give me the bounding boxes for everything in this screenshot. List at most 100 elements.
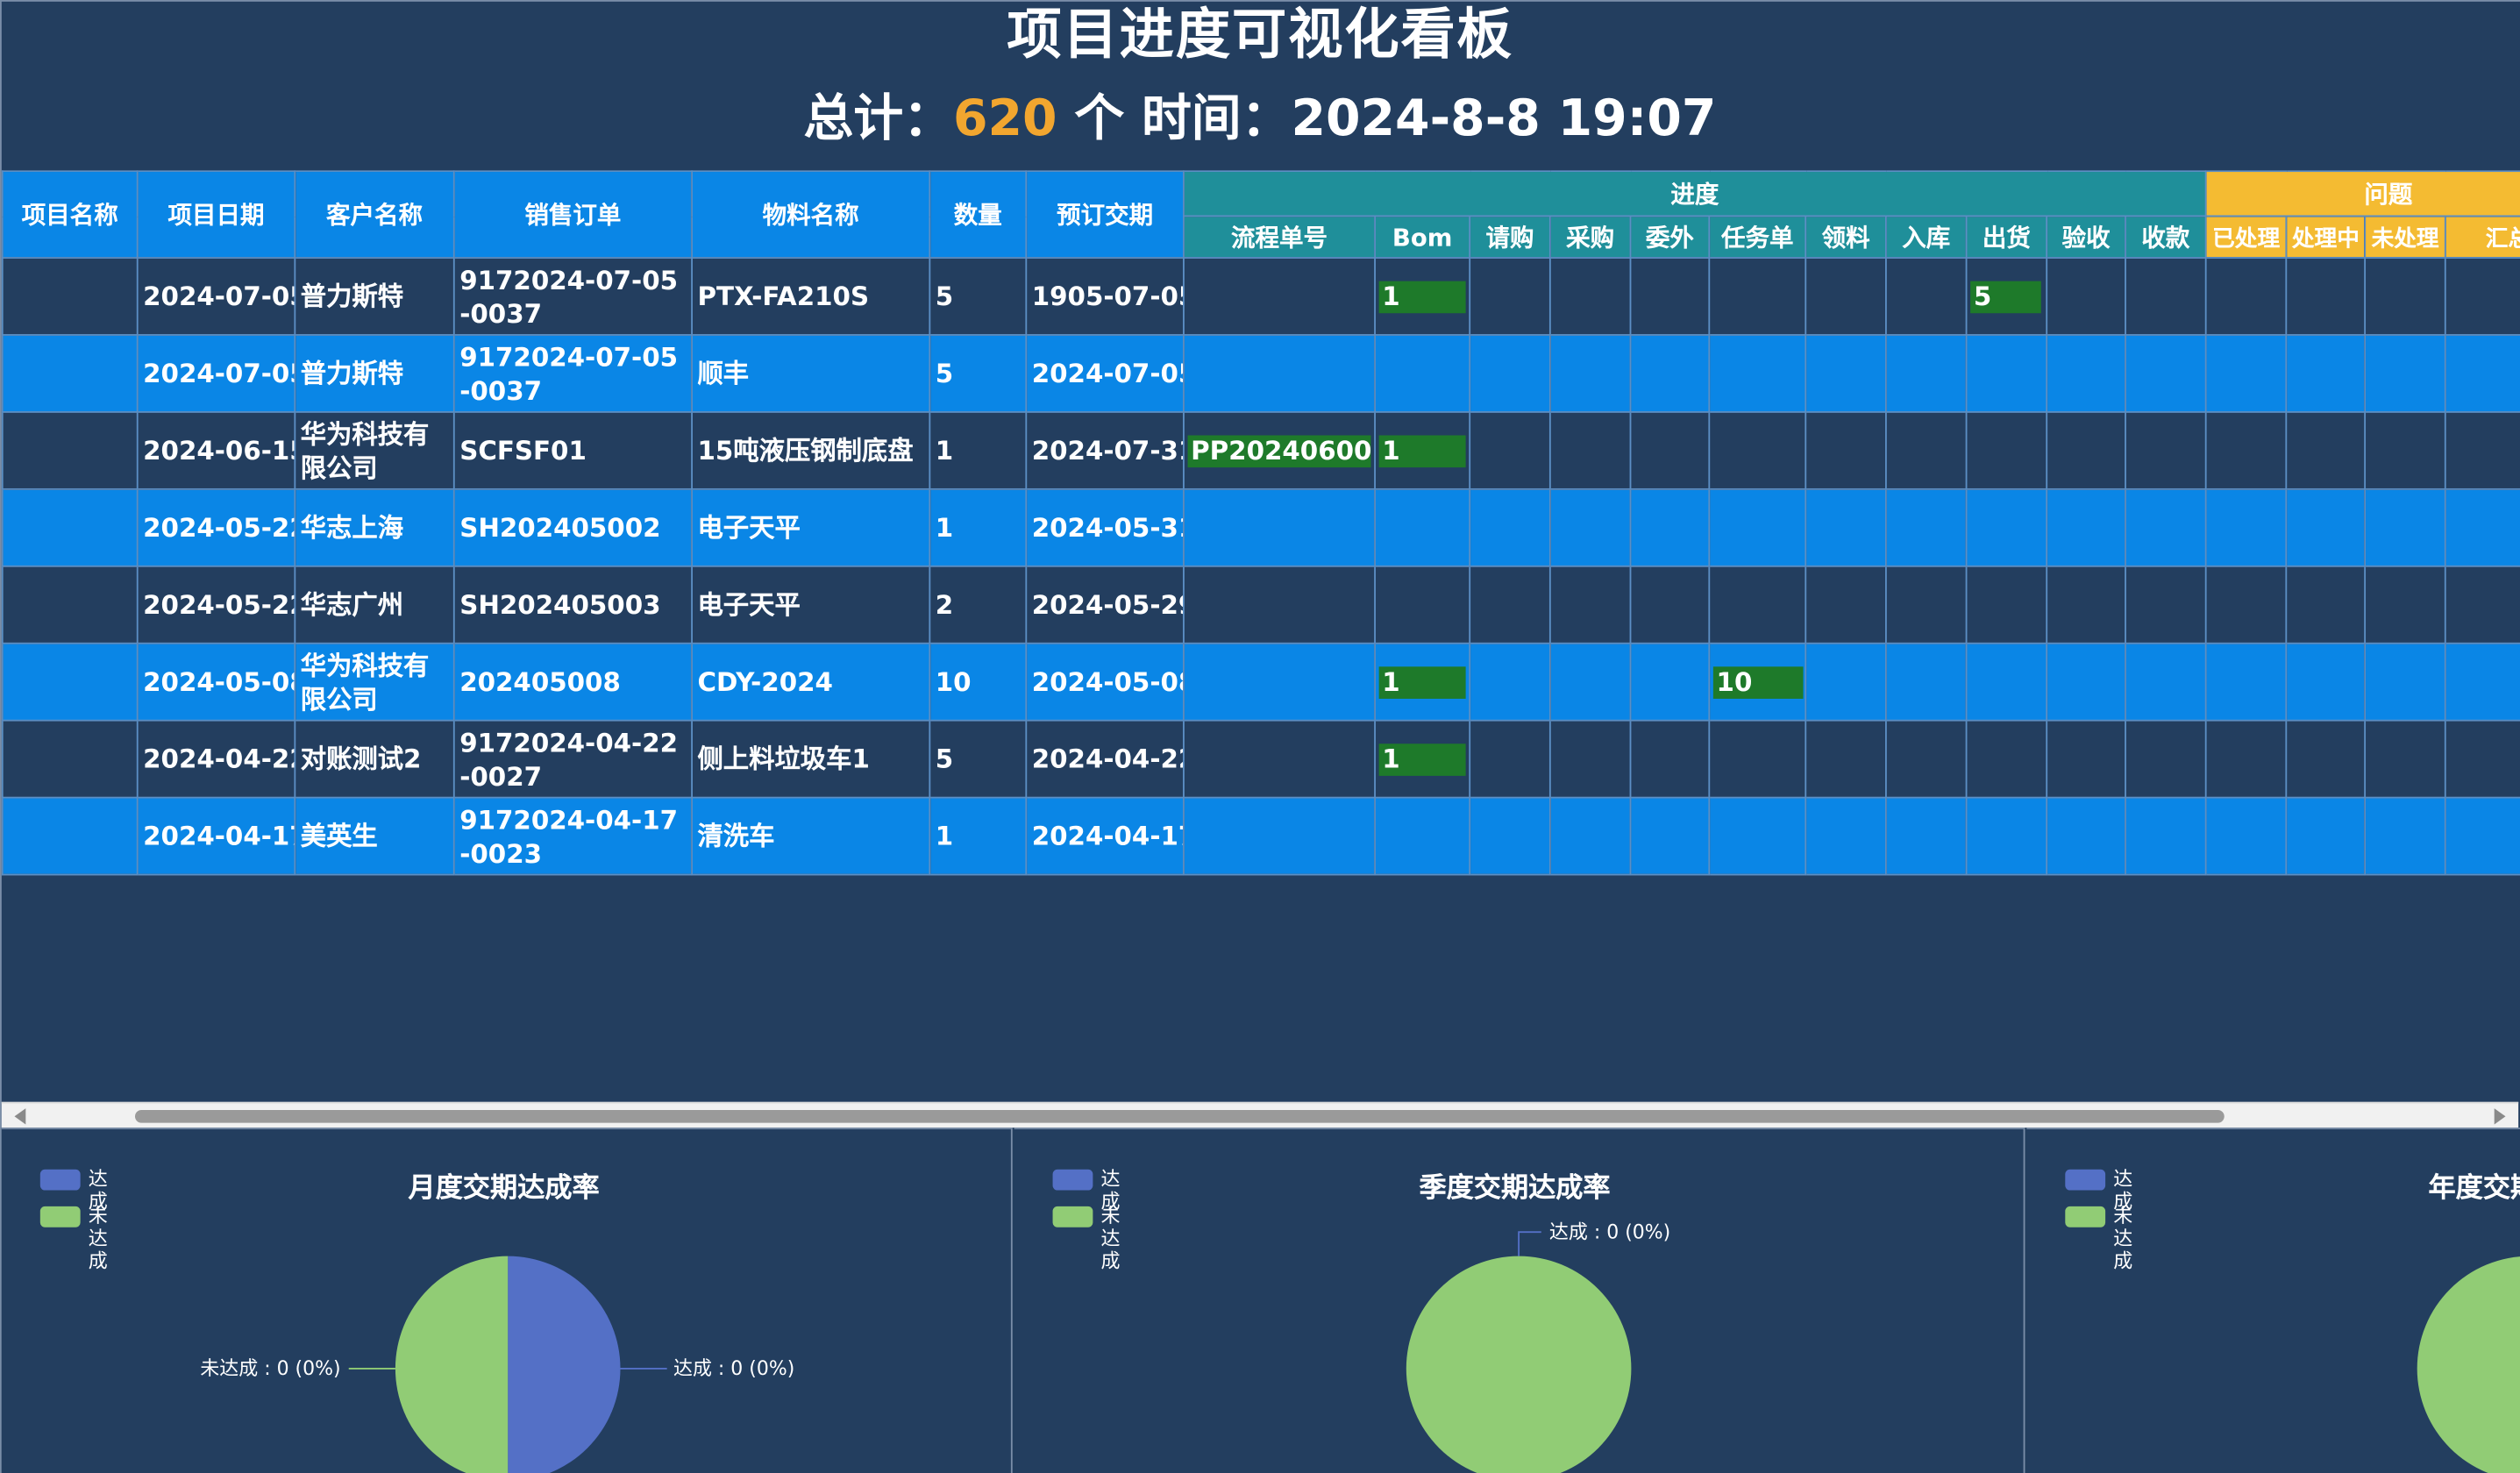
cell-payment xyxy=(2125,411,2207,490)
cell-acceptance xyxy=(2046,719,2126,799)
cell-unprocessed xyxy=(2364,796,2446,876)
cell-processing xyxy=(2285,334,2367,413)
summary-suffix: 个 时间：2024-8-8 19:07 xyxy=(1057,89,1717,148)
col-header-processed[interactable]: 已处理 xyxy=(2204,215,2288,259)
cell-acceptance xyxy=(2046,642,2126,722)
table-row[interactable]: 2024-05-22 华志广州 SH202405003 电子天平 2 2024-05-29 xyxy=(1,565,2520,644)
cell-payment xyxy=(2125,719,2207,799)
label-achieved: 达成 : 0 (0%) xyxy=(1549,1222,1670,1244)
table-row[interactable]: 2024-04-22 对账测试2 9172024-04-22-0027 侧上料垃圾车1… xyxy=(1,719,2520,799)
cell-sales-order: 9172024-07-05-0037 xyxy=(452,334,693,413)
cell-task-order xyxy=(1708,487,1807,567)
page-title: 项目进度可视化看板 xyxy=(1007,3,1513,68)
cell-quantity: 1 xyxy=(929,487,1028,567)
cell-warehousing xyxy=(1885,642,1968,722)
table-row[interactable]: 2024-07-05 普力斯特 9172024-07-05-0037 PTX-FA21… xyxy=(1,257,2520,336)
cell-processed xyxy=(2204,719,2288,799)
col-header-purchase[interactable]: 采购 xyxy=(1548,215,1632,259)
col-header-payment[interactable]: 收款 xyxy=(2125,215,2207,259)
horizontal-scrollbar[interactable] xyxy=(1,1101,2519,1128)
cell-bom: 1 xyxy=(1374,642,1471,722)
cell-quantity: 1 xyxy=(929,411,1028,490)
cell-material-pick xyxy=(1805,565,1887,644)
col-header-customer[interactable]: 客户名称 xyxy=(294,170,455,259)
table-row[interactable]: 2024-04-17 美英生 9172024-04-17-0023 清洗车 1 2024-… xyxy=(1,796,2520,876)
cell-total xyxy=(2444,642,2520,722)
pie-slice-not-achieved[interactable] xyxy=(2417,1256,2520,1473)
quarterly-pie-chart: 达成 : 0 (0%) xyxy=(1406,1222,1670,1473)
cell-outsource xyxy=(1629,642,1711,722)
col-header-requisition[interactable]: 请购 xyxy=(1469,215,1551,259)
cell-task-order: 10 xyxy=(1708,642,1807,722)
table-row[interactable]: 2024-07-05 普力斯特 9172024-07-05-0037 顺丰 5 2024-… xyxy=(1,334,2520,413)
dashboard: 项目进度可视化看板 总计：620 个 时间：2024-8-8 19:07 项目名… xyxy=(0,0,2520,1473)
cell-material: CDY-2024 xyxy=(691,642,931,722)
cell-quantity: 5 xyxy=(929,334,1028,413)
cell-material: 顺丰 xyxy=(691,334,931,413)
col-header-shipment[interactable]: 出货 xyxy=(1965,215,2048,259)
col-header-acceptance[interactable]: 验收 xyxy=(2046,215,2126,259)
cell-acceptance xyxy=(2046,796,2126,876)
col-header-flow-no[interactable]: 流程单号 xyxy=(1183,215,1376,259)
cell-processing xyxy=(2285,719,2367,799)
col-header-outsource[interactable]: 委外 xyxy=(1629,215,1711,259)
cell-requisition xyxy=(1469,565,1551,644)
col-header-task-order[interactable]: 任务单 xyxy=(1708,215,1807,259)
cell-material: 电子天平 xyxy=(691,487,931,567)
col-header-material[interactable]: 物料名称 xyxy=(691,170,931,259)
cell-acceptance xyxy=(2046,565,2126,644)
pie-slice-achieved[interactable] xyxy=(508,1256,621,1473)
cell-material: 侧上料垃圾车1 xyxy=(691,719,931,799)
progress-bar: 1 xyxy=(1378,665,1466,699)
cell-project-date: 2024-05-22 xyxy=(136,565,296,644)
cell-unprocessed xyxy=(2364,719,2446,799)
col-header-processing[interactable]: 处理中 xyxy=(2285,215,2367,259)
cell-customer: 华为科技有限公司 xyxy=(294,642,455,722)
col-header-material-pick[interactable]: 领料 xyxy=(1805,215,1887,259)
progress-bar: 1 xyxy=(1378,434,1466,467)
cell-material-pick xyxy=(1805,719,1887,799)
table-row[interactable]: 2024-06-15 华为科技有限公司 SCFSF01 15吨液压钢制底盘 1 2024-… xyxy=(1,411,2520,490)
cell-processed xyxy=(2204,257,2288,336)
scroll-left-arrow-icon[interactable] xyxy=(14,1108,26,1125)
cell-quantity: 2 xyxy=(929,565,1028,644)
col-header-total[interactable]: 汇总 xyxy=(2444,215,2520,259)
progress-bar: PP202406001 xyxy=(1187,434,1373,467)
cell-project-name xyxy=(1,796,139,876)
col-header-sales-order[interactable]: 销售订单 xyxy=(452,170,693,259)
pie-slice-not-achieved[interactable] xyxy=(1406,1256,1632,1473)
label-not-achieved: 未达成 : 0 (0%) xyxy=(200,1358,340,1380)
cell-sales-order: SH202405002 xyxy=(452,487,693,567)
cell-project-name xyxy=(1,565,139,644)
col-header-bom[interactable]: Bom xyxy=(1374,215,1471,259)
project-table-viewport[interactable]: 项目名称 项目日期 客户名称 销售订单 物料名称 数量 预订交期 进度 问题 流… xyxy=(1,170,2520,1102)
cell-warehousing xyxy=(1885,257,1968,336)
cell-bom: 1 xyxy=(1374,411,1471,490)
cell-quantity: 10 xyxy=(929,642,1028,722)
cell-flow-no xyxy=(1183,334,1376,413)
cell-processing xyxy=(2285,796,2367,876)
col-header-project-date[interactable]: 项目日期 xyxy=(136,170,296,259)
cell-sales-order: 202405008 xyxy=(452,642,693,722)
col-header-due-date[interactable]: 预订交期 xyxy=(1025,170,1185,259)
cell-sales-order: 9172024-04-17-0023 xyxy=(452,796,693,876)
cell-sales-order: SCFSF01 xyxy=(452,411,693,490)
col-header-project-name[interactable]: 项目名称 xyxy=(1,170,139,259)
cell-due-date: 2024-04-17 xyxy=(1025,796,1185,876)
scroll-right-arrow-icon[interactable] xyxy=(2494,1108,2506,1125)
col-header-unprocessed[interactable]: 未处理 xyxy=(2364,215,2446,259)
table-row[interactable]: 2024-05-22 华志上海 SH202405002 电子天平 1 2024-05-31 xyxy=(1,487,2520,567)
cell-bom xyxy=(1374,487,1471,567)
table-row[interactable]: 2024-05-08 华为科技有限公司 202405008 CDY-2024 10 202… xyxy=(1,642,2520,722)
cell-due-date: 2024-05-08 xyxy=(1025,642,1185,722)
cell-unprocessed xyxy=(2364,487,2446,567)
cell-sales-order: 9172024-07-05-0037 xyxy=(452,257,693,336)
col-header-quantity[interactable]: 数量 xyxy=(929,170,1028,259)
scrollbar-thumb[interactable] xyxy=(134,1109,2225,1123)
cell-project-date: 2024-05-22 xyxy=(136,487,296,567)
cell-project-name xyxy=(1,334,139,413)
col-header-warehousing[interactable]: 入库 xyxy=(1885,215,1968,259)
pie-slice-not-achieved[interactable] xyxy=(395,1256,509,1473)
cell-flow-no xyxy=(1183,719,1376,799)
cell-payment xyxy=(2125,642,2207,722)
